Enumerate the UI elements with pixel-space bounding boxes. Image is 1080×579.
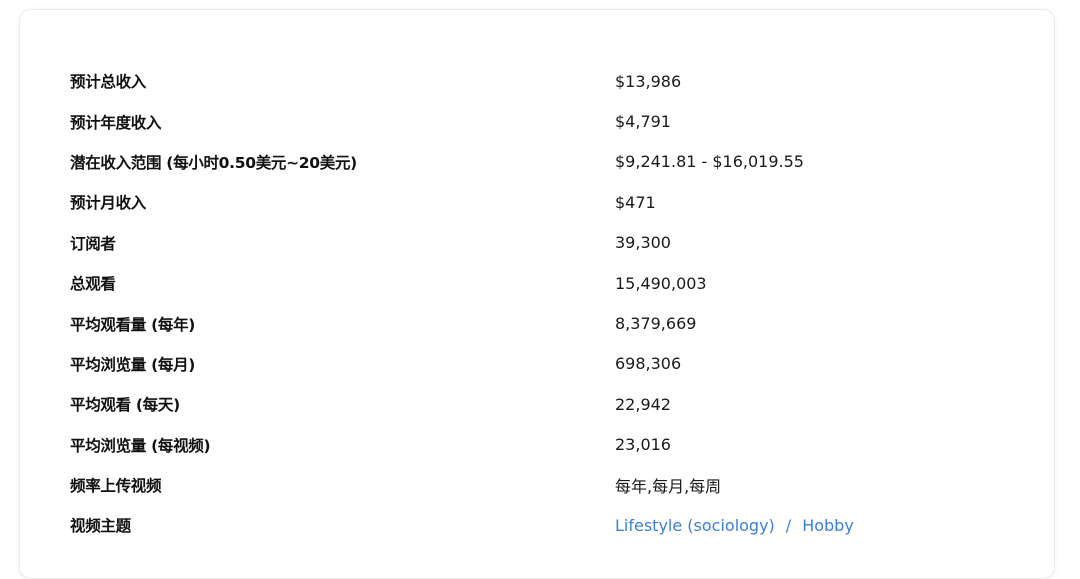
- stat-label: 预计总收入: [70, 73, 147, 92]
- stat-value: 15,490,003: [615, 273, 707, 293]
- stat-label: 平均观看量 (每年): [70, 315, 196, 334]
- stat-value: $4,791: [615, 112, 671, 132]
- stat-label: 平均观看 (每天): [70, 396, 180, 415]
- stat-label: 总观看: [70, 275, 116, 294]
- stat-row-subscribers: 订阅者 39,300: [70, 223, 1030, 263]
- stat-value: 698,306: [615, 354, 682, 374]
- stat-row-potential-earnings-range: 潜在收入范围 (每小时0.50美元~20美元) $9,241.81 - $16,…: [70, 142, 1030, 182]
- stat-row-avg-views-monthly: 平均浏览量 (每月) 698,306: [70, 344, 1030, 384]
- stat-row-estimated-monthly-earnings: 预计月收入 $471: [70, 182, 1030, 222]
- stat-row-upload-frequency: 频率上传视频 每年,每月,每周: [70, 465, 1030, 505]
- stat-value: $13,986: [615, 71, 682, 91]
- stat-label: 视频主题: [70, 517, 131, 536]
- stat-label: 预计月收入: [70, 194, 147, 213]
- stat-label: 平均浏览量 (每视频): [70, 436, 211, 455]
- stat-value: $9,241.81 - $16,019.55: [615, 152, 804, 172]
- stat-label: 订阅者: [70, 234, 116, 253]
- stat-row-avg-views-yearly: 平均观看量 (每年) 8,379,669: [70, 303, 1030, 343]
- topic-separator: /: [785, 515, 792, 535]
- stat-value: $471: [615, 192, 656, 212]
- stat-value: 8,379,669: [615, 314, 697, 334]
- stat-value: 23,016: [615, 435, 671, 455]
- topic-link-hobby[interactable]: Hobby: [802, 516, 854, 535]
- stat-row-estimated-annual-earnings: 预计年度收入 $4,791: [70, 101, 1030, 141]
- stat-label: 预计年度收入: [70, 113, 162, 132]
- topics-list: Lifestyle (sociology) / Hobby: [615, 516, 854, 535]
- stat-row-total-views: 总观看 15,490,003: [70, 263, 1030, 303]
- topic-link-lifestyle-sociology[interactable]: Lifestyle (sociology): [615, 516, 775, 535]
- stats-list: 预计总收入 $13,986 预计年度收入 $4,791 潜在收入范围 (每小时0…: [70, 61, 1030, 546]
- stat-row-avg-views-per-video: 平均浏览量 (每视频) 23,016: [70, 425, 1030, 465]
- stat-value: 每年,每月,每周: [615, 477, 722, 497]
- stat-row-estimated-total-earnings: 预计总收入 $13,986: [70, 61, 1030, 101]
- stat-value: 22,942: [615, 394, 671, 414]
- channel-stats-card: 预计总收入 $13,986 预计年度收入 $4,791 潜在收入范围 (每小时0…: [19, 9, 1055, 579]
- stat-label: 潜在收入范围 (每小时0.50美元~20美元): [70, 153, 357, 172]
- stat-label: 频率上传视频: [70, 477, 162, 496]
- stat-row-video-topics: 视频主题 Lifestyle (sociology) / Hobby: [70, 505, 1030, 545]
- stat-value: 39,300: [615, 233, 671, 253]
- stat-label: 平均浏览量 (每月): [70, 355, 196, 374]
- stat-row-avg-views-daily: 平均观看 (每天) 22,942: [70, 384, 1030, 424]
